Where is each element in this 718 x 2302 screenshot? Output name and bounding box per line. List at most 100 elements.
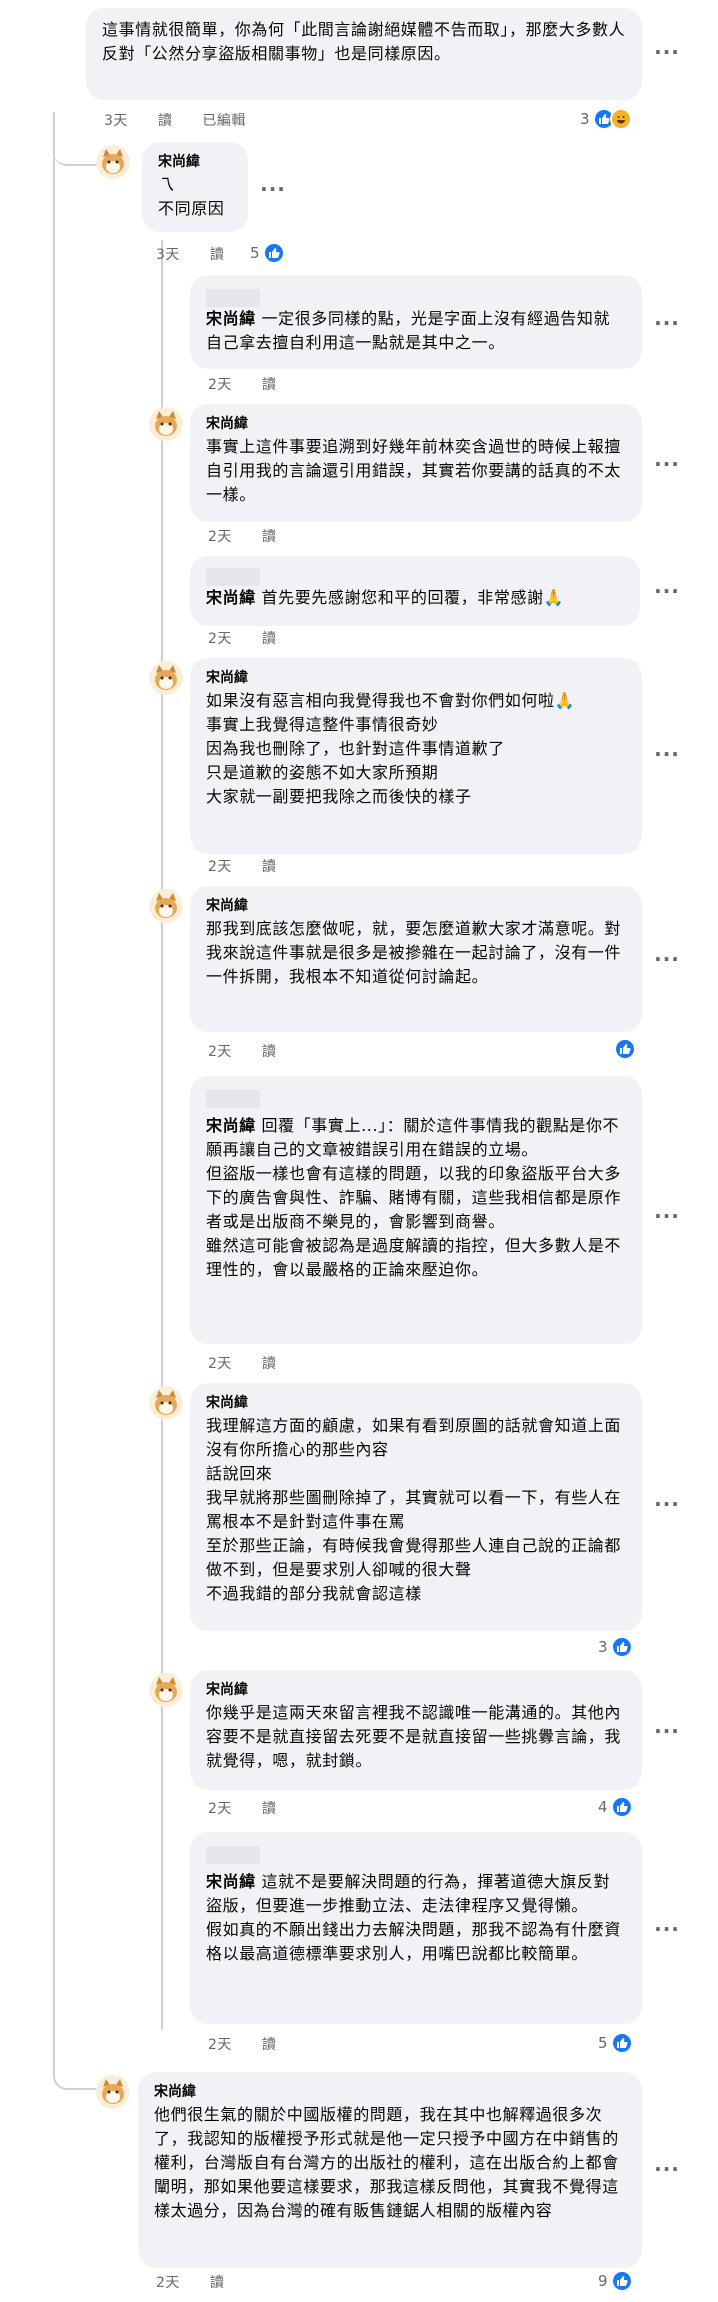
reply-button[interactable]: 讀 xyxy=(262,528,277,546)
redacted-name xyxy=(206,289,260,307)
reply-button[interactable]: 讀 xyxy=(262,1355,277,1373)
more-options-icon[interactable]: ··· xyxy=(652,949,682,980)
more-options-icon[interactable]: ··· xyxy=(652,744,682,775)
reply-bubble: 宋尚緯 回覆「事實上...」：關於這件事情我的觀點是你不願再讓自己的文章被錯誤引… xyxy=(190,1076,642,1344)
comment-author[interactable]: 宋尚緯 xyxy=(206,1393,626,1414)
comment-time[interactable]: 2天 xyxy=(208,858,232,876)
reply-bubble: 宋尚緯 首先要先感謝您和平的回覆，非常感謝🙏 xyxy=(190,556,640,626)
more-options-icon[interactable]: ··· xyxy=(652,1206,682,1237)
thread-connector-c2 xyxy=(53,2060,97,2090)
comment-time[interactable]: 2天 xyxy=(208,2036,232,2054)
comment-time[interactable]: 2天 xyxy=(208,630,232,648)
more-options-icon[interactable]: ··· xyxy=(652,2159,682,2190)
comment-time[interactable]: 3天 xyxy=(104,112,128,130)
comment-author[interactable]: 宋尚緯 xyxy=(158,152,232,173)
reaction-count[interactable]: 5 xyxy=(250,242,285,264)
haha-icon xyxy=(609,108,632,130)
more-options-icon[interactable]: ··· xyxy=(652,42,682,73)
redacted-name xyxy=(206,1090,260,1108)
comment-time[interactable]: 2天 xyxy=(208,1355,232,1373)
avatar[interactable] xyxy=(96,2075,130,2109)
reaction-number: 5 xyxy=(598,2034,608,2052)
top-comment-text: 這事情就很簡單，你為何「此間言論謝絕媒體不告而取」，那麼大多數人反對「公然分享盜… xyxy=(102,20,626,63)
like-icon xyxy=(614,1038,636,1060)
avatar[interactable] xyxy=(149,661,183,695)
reply-button[interactable]: 讀 xyxy=(262,858,277,876)
comment-time[interactable]: 2天 xyxy=(208,528,232,546)
comment-author[interactable]: 宋尚緯 xyxy=(206,1116,256,1135)
avatar[interactable] xyxy=(149,1673,183,1707)
comment-meta: 2天 讀 xyxy=(156,2274,224,2292)
comment-meta: 3天 讀 xyxy=(156,246,224,264)
avatar[interactable] xyxy=(149,889,183,923)
comment-author[interactable]: 宋尚緯 xyxy=(206,1680,626,1701)
like-icon xyxy=(610,1796,633,1818)
comment-text: 那我到底該怎麼做呢，就，要怎麼道歉大家才滿意呢。對我來說這件事就是很多是被摻雜在… xyxy=(206,919,622,986)
more-options-icon[interactable]: ··· xyxy=(652,1494,682,1525)
reply-text-wrap: 宋尚緯 回覆「事實上...」：關於這件事情我的觀點是你不願再讓自己的文章被錯誤引… xyxy=(206,1114,626,1282)
like-icon xyxy=(610,2270,633,2292)
avatar[interactable] xyxy=(149,407,183,441)
more-options-icon[interactable]: ··· xyxy=(258,179,288,210)
comment-author[interactable]: 宋尚緯 xyxy=(206,414,626,435)
comment-text: 他們很生氣的關於中國版權的問題，我在其中也解釋過很多次了，我認知的版權授予形式就… xyxy=(154,2105,619,2220)
thread-line-main xyxy=(53,112,55,2077)
like-icon xyxy=(610,1636,633,1658)
reaction-number: 5 xyxy=(250,244,260,262)
comment-author[interactable]: 宋尚緯 xyxy=(206,309,256,328)
avatar[interactable] xyxy=(149,1386,183,1420)
reply-bubble: 宋尚緯 你幾乎是這兩天來留言裡我不認識唯一能溝通的。其他內容要不是就直接留去死要… xyxy=(190,1670,642,1790)
reply-button[interactable]: 讀 xyxy=(210,246,225,264)
comment-meta: 2天 讀 xyxy=(208,1800,276,1818)
reply-button[interactable]: 讀 xyxy=(262,630,277,648)
comment-time[interactable]: 2天 xyxy=(208,376,232,394)
thread-connector-c1 xyxy=(53,140,97,166)
comment-time[interactable]: 2天 xyxy=(208,1043,232,1061)
edited-label: 已編輯 xyxy=(202,113,246,129)
reply-bubble: 宋尚緯 這就不是要解決問題的行為，揮著道德大旗反對盜版，但要進一步推動立法、走法… xyxy=(190,1832,642,2024)
reply-button[interactable]: 讀 xyxy=(262,1043,277,1061)
reply-text-wrap: 宋尚緯 這就不是要解決問題的行為，揮著道德大旗反對盜版，但要進一步推動立法、走法… xyxy=(206,1870,626,1966)
reaction-count[interactable]: 3 xyxy=(598,1636,633,1658)
reply-text-wrap: 宋尚緯 首先要先感謝您和平的回覆，非常感謝🙏 xyxy=(206,586,624,610)
reply-bubble: 宋尚緯 一定很多同樣的點，光是字面上沒有經過告知就自己拿去擅自利用這一點就是其中… xyxy=(190,275,642,369)
reply-button[interactable]: 讀 xyxy=(210,2274,225,2292)
comment-author[interactable]: 宋尚緯 xyxy=(206,1872,256,1891)
redacted-name xyxy=(206,1846,260,1864)
reaction-count[interactable] xyxy=(614,1038,636,1060)
more-options-icon[interactable]: ··· xyxy=(652,1919,682,1950)
more-options-icon[interactable]: ··· xyxy=(652,581,682,612)
reply-bubble: 宋尚緯 那我到底該怎麼做呢，就，要怎麼道歉大家才滿意呢。對我來說這件事就是很多是… xyxy=(190,886,642,1032)
reaction-count[interactable]: 5 xyxy=(598,2032,633,2054)
reaction-count[interactable]: 4 xyxy=(598,1796,633,1818)
comment-author[interactable]: 宋尚緯 xyxy=(206,896,626,917)
reply-bubble: 宋尚緯 我理解這方面的顧慮，如果有看到原圖的話就會知道上面沒有你所擔心的那些內容… xyxy=(190,1383,642,1631)
top-comment-meta: 3天 讀 已編輯 xyxy=(104,112,246,130)
reaction-count[interactable]: 9 xyxy=(598,2270,633,2292)
comment-meta: 2天 讀 xyxy=(208,1355,276,1373)
reply-button[interactable]: 讀 xyxy=(262,376,277,394)
comment-time[interactable]: 3天 xyxy=(156,246,180,264)
comment-text: 你幾乎是這兩天來留言裡我不認識唯一能溝通的。其他內容要不是就直接留去死要不是就直… xyxy=(206,1703,622,1770)
redacted-name xyxy=(206,568,260,586)
like-icon xyxy=(610,2032,633,2054)
reply-button[interactable]: 讀 xyxy=(158,112,173,130)
more-options-icon[interactable]: ··· xyxy=(652,454,682,485)
reply-button[interactable]: 讀 xyxy=(262,2036,277,2054)
comment-time[interactable]: 2天 xyxy=(208,1800,232,1818)
reply-button[interactable]: 讀 xyxy=(262,1800,277,1818)
comment-author[interactable]: 宋尚緯 xyxy=(206,588,256,607)
comment-bubble: 宋尚緯 乁 不同原因 xyxy=(142,142,248,232)
reaction-number: 4 xyxy=(598,1798,608,1816)
comment-meta: 2天 讀 xyxy=(208,630,276,648)
comment-author[interactable]: 宋尚緯 xyxy=(206,668,626,689)
comment-text: 一定很多同樣的點，光是字面上沒有經過告知就自己拿去擅自利用這一點就是其中之一。 xyxy=(206,309,611,352)
comment-meta: 2天 讀 xyxy=(208,1043,276,1061)
more-options-icon[interactable]: ··· xyxy=(652,1721,682,1752)
reaction-count[interactable]: 3 xyxy=(580,108,632,130)
comment-time[interactable]: 2天 xyxy=(156,2274,180,2292)
avatar[interactable] xyxy=(96,145,130,179)
thread-line-sub xyxy=(161,240,163,2030)
more-options-icon[interactable]: ··· xyxy=(652,313,682,344)
comment-author[interactable]: 宋尚緯 xyxy=(154,2082,626,2103)
